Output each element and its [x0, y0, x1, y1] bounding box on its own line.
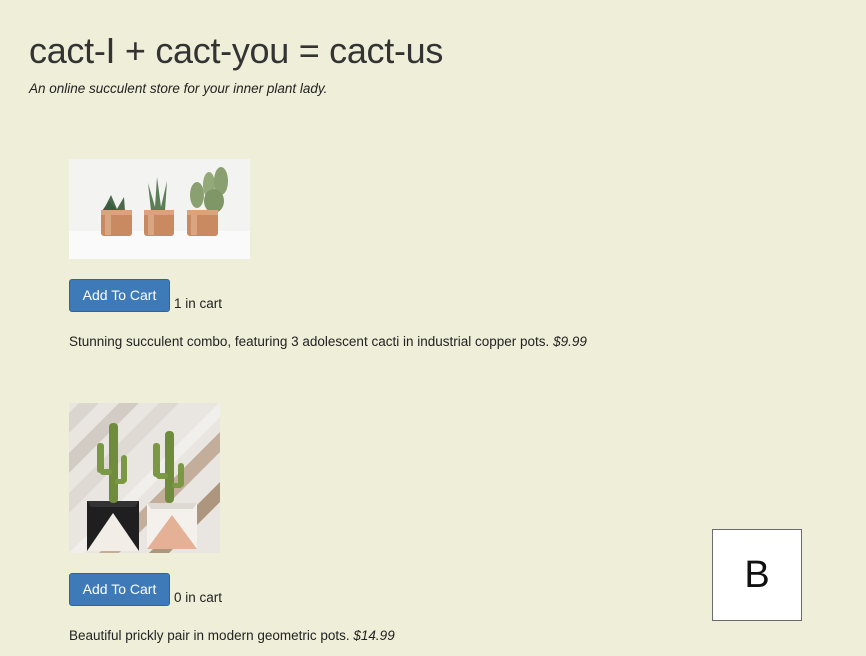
product-image-copper-cacti [69, 159, 250, 259]
product-price: $14.99 [353, 628, 395, 643]
add-to-cart-button[interactable]: Add To Cart [69, 279, 170, 312]
cart-row: Add To Cart 0 in cart [69, 573, 395, 606]
product-image-geometric-cacti [69, 403, 220, 553]
cart-count: 1 in cart [174, 296, 223, 311]
page-title: cact-I + cact-you = cact-us [29, 30, 444, 71]
geometric-cacti-photo [69, 403, 220, 553]
page: cact-I + cact-you = cact-us An online su… [0, 0, 866, 656]
product-description: Beautiful prickly pair in modern geometr… [69, 628, 395, 643]
cart-row: Add To Cart 1 in cart [69, 279, 587, 312]
product-description: Stunning succulent combo, featuring 3 ad… [69, 334, 587, 349]
add-to-cart-button[interactable]: Add To Cart [69, 573, 170, 606]
copper-cacti-photo [69, 159, 250, 259]
description-text: Stunning succulent combo, featuring 3 ad… [69, 334, 550, 349]
description-text: Beautiful prickly pair in modern geometr… [69, 628, 350, 643]
page-subtitle: An online succulent store for your inner… [29, 81, 328, 96]
product-card: Add To Cart 1 in cart Stunning succulent… [69, 159, 587, 349]
floating-b-box[interactable]: B [712, 529, 802, 621]
product-card: Add To Cart 0 in cart Beautiful prickly … [69, 403, 395, 643]
cart-count: 0 in cart [174, 590, 223, 605]
product-price: $9.99 [553, 334, 587, 349]
